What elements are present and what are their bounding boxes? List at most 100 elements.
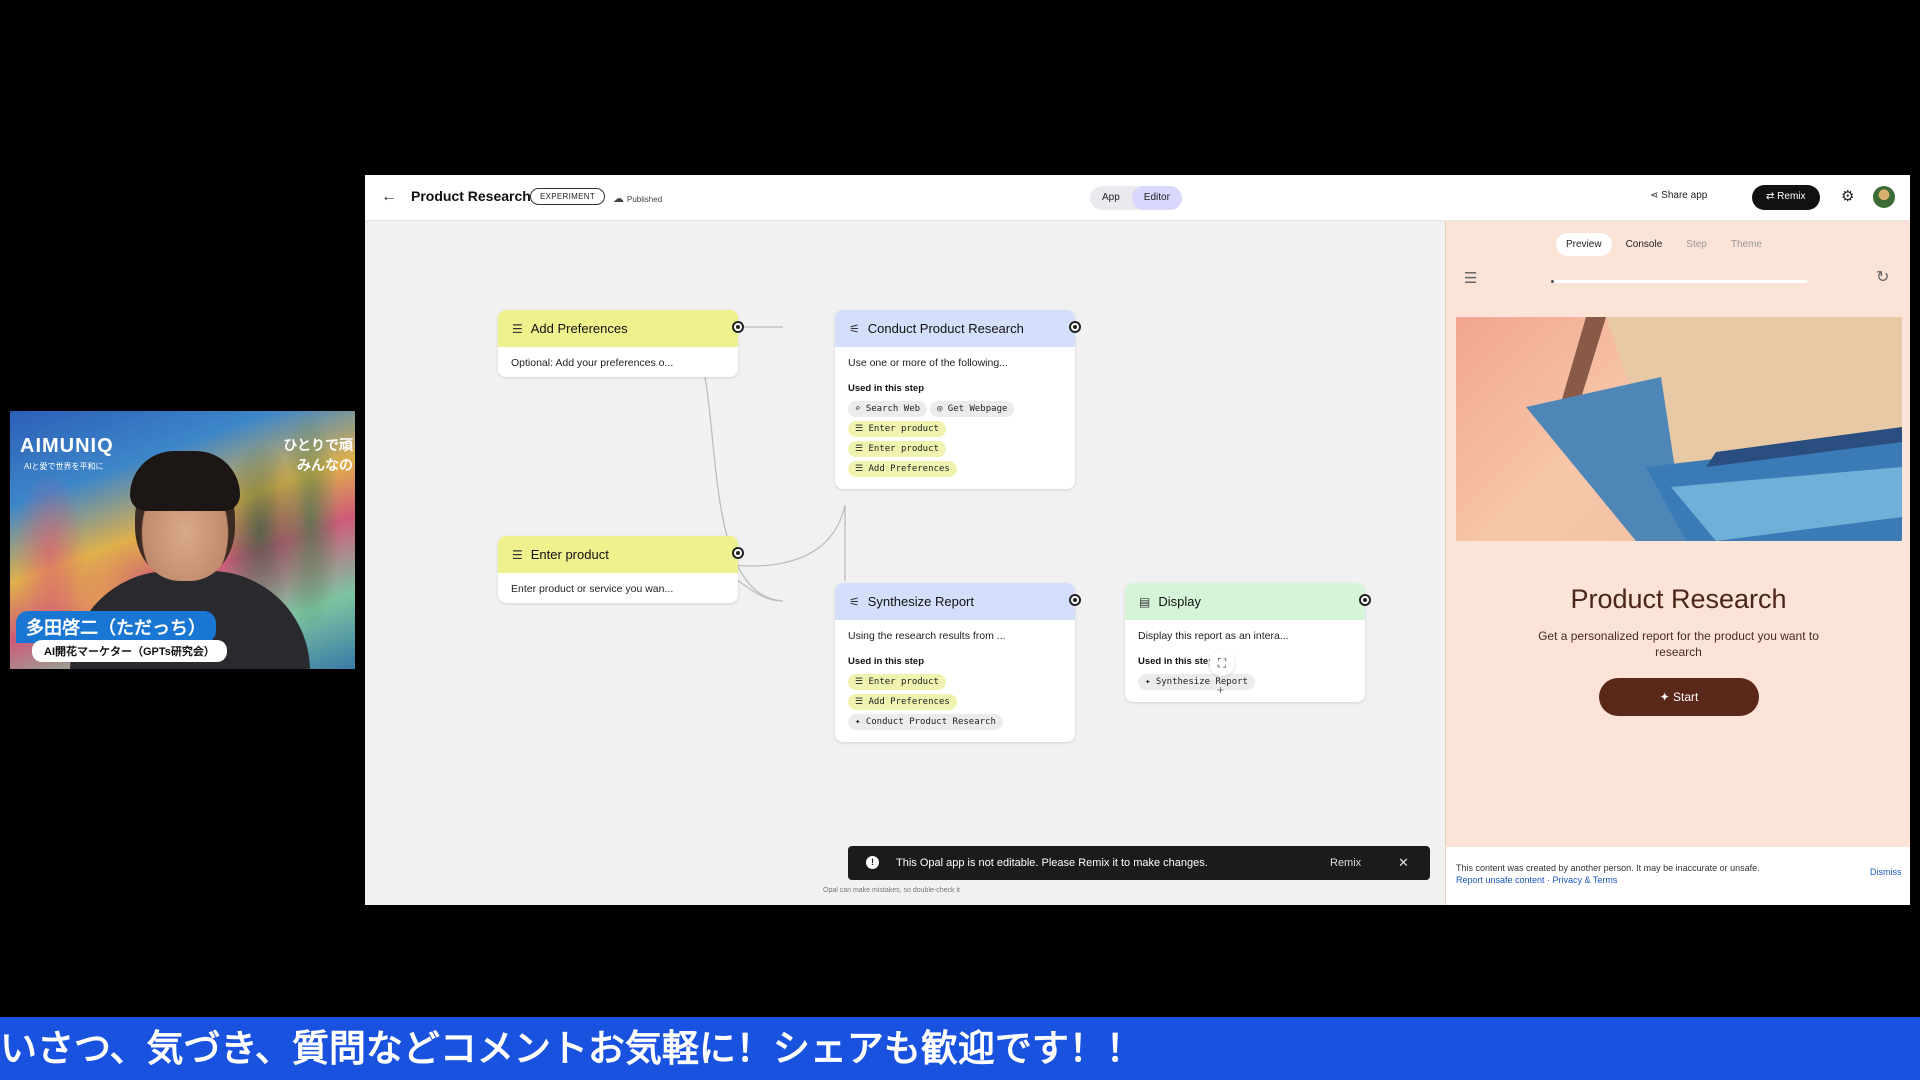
webcam-brand: AIMUNIQ bbox=[20, 435, 114, 457]
node-header: ⚟ Synthesize Report bbox=[835, 583, 1075, 620]
chip-synthesize-report[interactable]: ✦ Synthesize Report bbox=[1138, 674, 1255, 690]
node-body: Use one or more of the following... Used… bbox=[835, 347, 1075, 489]
readonly-toast: ! This Opal app is not editable. Please … bbox=[848, 846, 1430, 880]
node-description: Display this report as an intera... bbox=[1138, 630, 1289, 642]
start-label: Start bbox=[1673, 690, 1699, 704]
menu-icon[interactable]: ☰ bbox=[1464, 269, 1477, 287]
search-icon: ⌕ bbox=[855, 404, 866, 414]
close-icon[interactable]: ✕ bbox=[1398, 855, 1409, 871]
output-port[interactable] bbox=[1069, 594, 1081, 606]
node-display[interactable]: ▤ Display Display this report as an inte… bbox=[1125, 583, 1365, 702]
node-header: ⚟ Conduct Product Research bbox=[835, 310, 1075, 347]
share-icon: ⋖ bbox=[1650, 190, 1662, 201]
input-icon: ☰ bbox=[512, 321, 523, 336]
webcam-tagline-2: みんなの bbox=[297, 457, 353, 473]
webcam-tagline: ひとりで頑 みんなの bbox=[283, 435, 353, 475]
hero-image bbox=[1456, 317, 1902, 541]
used-in-step-label: Used in this step bbox=[848, 383, 925, 394]
remix-icon: ⇄ bbox=[1766, 191, 1778, 202]
node-header: ▤ Display bbox=[1125, 583, 1365, 620]
share-app-button[interactable]: ⋖ Share app bbox=[1650, 190, 1707, 201]
node-conduct-product-research[interactable]: ⚟ Conduct Product Research Use one or mo… bbox=[835, 310, 1075, 489]
tab-preview[interactable]: Preview bbox=[1556, 233, 1612, 256]
hero-illustration bbox=[1526, 317, 1902, 541]
node-synthesize-report[interactable]: ⚟ Synthesize Report Using the research r… bbox=[835, 583, 1075, 742]
node-body: Using the research results from ... Used… bbox=[835, 620, 1075, 742]
tool-chips: ⌕ Search Web ◎ Get Webpage bbox=[848, 401, 1062, 421]
display-icon: ▤ bbox=[1139, 594, 1151, 609]
chip-label: Add Preferences bbox=[868, 697, 950, 707]
opal-app-window: ← Product Research EXPERIMENT ☁ Published… bbox=[365, 175, 1910, 905]
sparkle-icon: ✦ bbox=[1659, 690, 1674, 704]
node-title: Synthesize Report bbox=[867, 594, 974, 609]
remix-button[interactable]: ⇄ Remix bbox=[1752, 185, 1820, 210]
preview-description: Get a personalized report for the produc… bbox=[1538, 629, 1819, 659]
input-icon: ☰ bbox=[512, 547, 523, 562]
used-in-step-label: Used in this step bbox=[848, 656, 925, 667]
globe-icon: ◎ bbox=[936, 404, 948, 414]
settings-gear-icon[interactable]: ⚙ bbox=[1841, 187, 1854, 205]
user-avatar[interactable] bbox=[1873, 186, 1895, 208]
comment-ticker: いさつ、気づき、質問などコメントお気軽に！シェアも歓迎です！！ bbox=[0, 1017, 1920, 1080]
output-port[interactable] bbox=[732, 321, 744, 333]
webcam-brand-sub: AIと愛で世界を平和に bbox=[24, 462, 104, 471]
chip-label: Conduct Product Research bbox=[865, 717, 996, 727]
chip-row: ✦ Conduct Product Research bbox=[848, 714, 1062, 734]
node-description: Enter product or service you wan... bbox=[511, 583, 674, 595]
node-header: ☰ Enter product bbox=[498, 536, 738, 573]
node-add-preferences[interactable]: ☰ Add Preferences Optional: Add your pre… bbox=[498, 310, 738, 377]
chip-enter-product[interactable]: ☰ Enter product bbox=[848, 674, 946, 690]
output-port[interactable] bbox=[732, 547, 744, 559]
output-port[interactable] bbox=[1359, 594, 1371, 606]
node-title: Conduct Product Research bbox=[867, 321, 1024, 336]
node-body: Display this report as an intera... Used… bbox=[1125, 620, 1365, 702]
preview-title: Product Research bbox=[1570, 584, 1787, 614]
chip-label: Enter product bbox=[868, 444, 939, 454]
chip-label: Enter product bbox=[868, 677, 939, 687]
dismiss-button[interactable]: Dismiss bbox=[1870, 867, 1902, 877]
chip-label: Synthesize Report bbox=[1155, 677, 1248, 687]
toast-message: This Opal app is not editable. Please Re… bbox=[896, 857, 1208, 869]
node-description: Optional: Add your preferences o... bbox=[511, 357, 674, 369]
chip-row: ☰ Add Preferences bbox=[848, 694, 1062, 714]
fit-view-icon[interactable]: ⛶ bbox=[1209, 650, 1235, 676]
chip-enter-product[interactable]: ☰ Enter product bbox=[848, 441, 946, 457]
disclaimer-footnote: Opal can make mistakes, so double-check … bbox=[823, 887, 960, 894]
refresh-icon[interactable]: ↻ bbox=[1876, 267, 1889, 287]
zoom-in-icon[interactable]: + bbox=[1217, 683, 1224, 697]
chip-label: Search Web bbox=[865, 404, 921, 414]
node-body: Enter product or service you wan... bbox=[498, 573, 738, 603]
output-port[interactable] bbox=[1069, 321, 1081, 333]
chip-add-preferences[interactable]: ☰ Add Preferences bbox=[848, 694, 957, 710]
panel-tabs: Preview Console Step Theme bbox=[1556, 233, 1772, 256]
chip-row: ✦ Synthesize Report bbox=[1138, 674, 1352, 694]
report-privacy-links[interactable]: Report unsafe content · Privacy & Terms bbox=[1456, 875, 1617, 885]
node-header: ☰ Add Preferences bbox=[498, 310, 738, 347]
chip-row: ☰ Enter product bbox=[848, 441, 1062, 461]
notice-text: This content was created by another pers… bbox=[1456, 863, 1760, 873]
chip-enter-product[interactable]: ☰ Enter product bbox=[848, 421, 946, 437]
tab-console[interactable]: Console bbox=[1616, 233, 1673, 256]
chip-conduct-research[interactable]: ✦ Conduct Product Research bbox=[848, 714, 1003, 730]
tab-step[interactable]: Step bbox=[1676, 233, 1717, 256]
chip-search-web[interactable]: ⌕ Search Web bbox=[848, 401, 928, 417]
chip-add-preferences[interactable]: ☰ Add Preferences bbox=[848, 461, 957, 477]
generate-icon: ⚟ bbox=[849, 594, 860, 609]
node-body: Optional: Add your preferences o... bbox=[498, 347, 738, 377]
content-notice: This content was created by another pers… bbox=[1446, 847, 1910, 905]
share-app-label: Share app bbox=[1661, 190, 1708, 201]
node-description: Using the research results from ... bbox=[848, 630, 1006, 642]
chip-label: Enter product bbox=[868, 424, 939, 434]
toast-remix-button[interactable]: Remix bbox=[1330, 857, 1361, 869]
run-progress-bar bbox=[1551, 280, 1807, 283]
tab-theme[interactable]: Theme bbox=[1721, 233, 1772, 256]
hero-shape-blue-left bbox=[1526, 377, 1686, 541]
chip-label: Add Preferences bbox=[868, 464, 950, 474]
generate-icon: ⚟ bbox=[849, 321, 860, 336]
screen: AIMUNIQ AIと愛で世界を平和に ひとりで頑 みんなの 多田啓二（ただっち… bbox=[0, 0, 1920, 1080]
presenter-name: 多田啓二（ただっち） bbox=[16, 611, 216, 643]
node-enter-product[interactable]: ☰ Enter product Enter product or service… bbox=[498, 536, 738, 603]
chip-get-webpage[interactable]: ◎ Get Webpage bbox=[929, 401, 1015, 417]
node-title: Enter product bbox=[530, 547, 609, 562]
start-button[interactable]: ✦ Start bbox=[1599, 678, 1759, 716]
